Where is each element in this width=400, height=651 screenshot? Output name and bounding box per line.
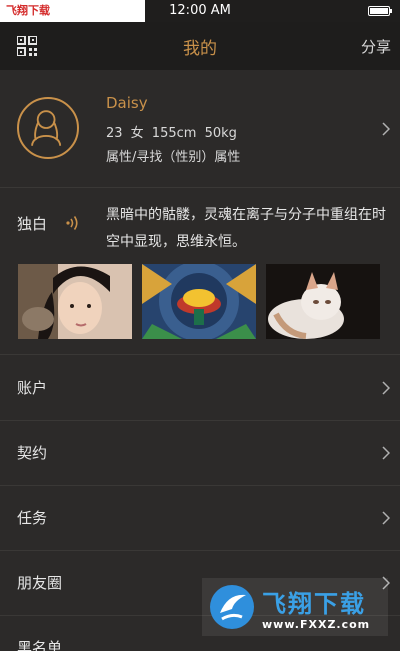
soliloquy-section[interactable]: 独白 黑暗中的骷髅，灵魂在离子与分子中重组在时空中显现，思维永恒。 [0,189,400,355]
voice-wave-icon[interactable] [66,215,80,231]
profile-stats: 23 女 155cm 50kg [106,126,237,141]
watermark-url: www.FXXZ.com [262,618,371,631]
menu-item-contract[interactable]: 契约 [0,421,400,486]
profile-name: Daisy [106,94,148,112]
chevron-right-icon [382,511,390,525]
menu-item-label: 朋友圈 [17,574,63,592]
battery-icon [368,6,392,16]
profile-card[interactable]: Daisy 23 女 155cm 50kg 属性/寻找（性别）属性 [0,70,400,188]
status-bar: 飞翔下载 www.FXXZ.com 12:00 AM [0,0,400,39]
page-title: 我的 [183,39,217,59]
watermark-title: 飞翔下载 [262,590,366,618]
menu-item-label: 黑名单 [17,639,63,651]
user-silhouette-icon [31,110,62,146]
soliloquy-text: 黑暗中的骷髅，灵魂在离子与分子中重组在时空中显现，思维永恒。 [106,207,386,250]
menu-item-account[interactable]: 账户 [0,356,400,421]
nav-bar: 我的 分享 [0,22,400,70]
chevron-right-icon [382,381,390,395]
photo-beetle-art[interactable] [142,264,256,339]
menu-item-label: 账户 [17,379,48,397]
photo-cat[interactable] [266,264,380,339]
menu-item-tasks[interactable]: 任务 [0,486,400,551]
menu-item-label: 任务 [17,509,48,527]
avatar[interactable] [17,97,79,159]
share-button[interactable]: 分享 [361,36,391,57]
chevron-right-icon [382,122,390,136]
photo-girl[interactable] [18,264,132,339]
menu-item-label: 契约 [17,444,48,462]
chevron-right-icon [382,446,390,460]
profile-tags: 属性/寻找（性别）属性 [106,150,241,165]
watermark-overlay: 飞翔下载 www.FXXZ.com [202,578,388,636]
soliloquy-label: 独白 [17,215,48,233]
status-time: 12:00 AM [169,3,231,18]
watermark-logo-icon [210,585,254,629]
